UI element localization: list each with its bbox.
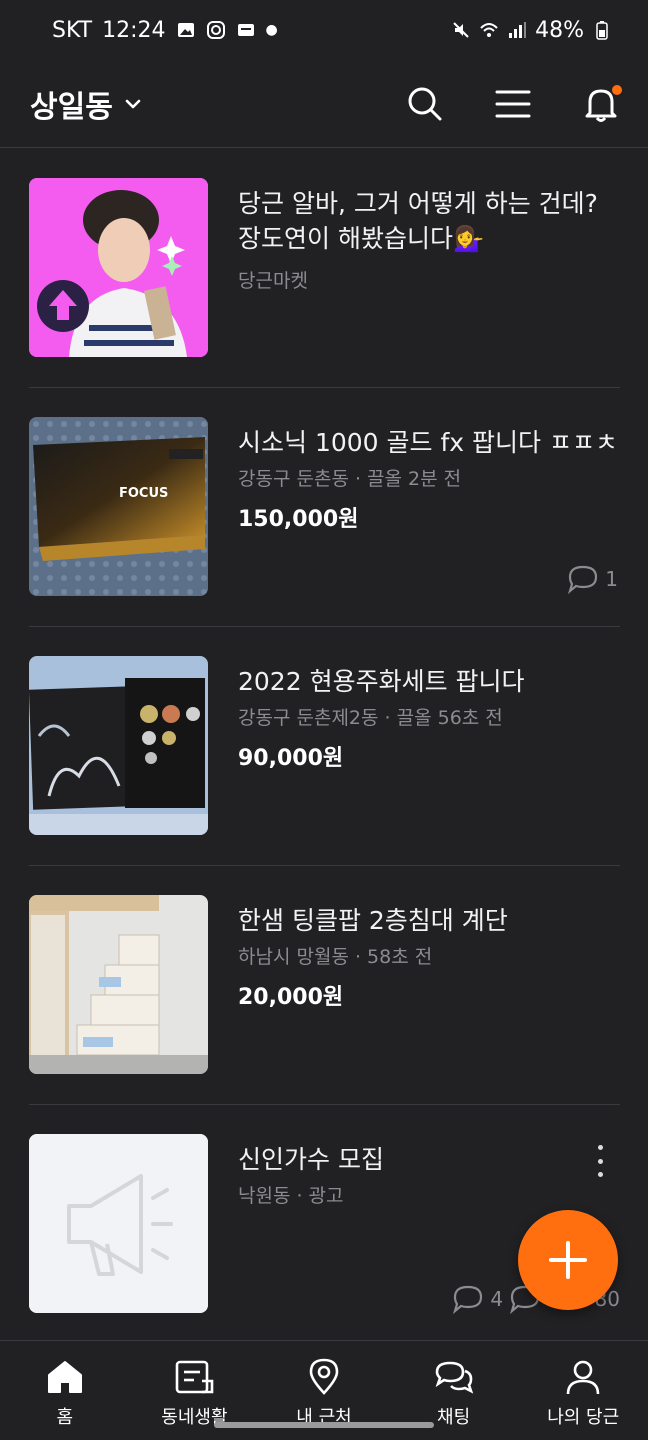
mute-icon <box>453 22 469 38</box>
item-meta: 강동구 둔촌제2동 · 끌올 56초 전 <box>238 707 503 729</box>
list-item[interactable]: FOCUS 시소닉 1000 골드 fx 팝니다 ㅍㅍㅊ 강동구 둔촌동 · 끌… <box>29 388 620 627</box>
app-header: 상일동 <box>0 60 648 148</box>
location-selector[interactable]: 상일동 <box>30 82 143 126</box>
item-thumbnail <box>29 656 208 835</box>
plus-icon <box>549 1241 587 1279</box>
more-icon <box>597 1145 603 1150</box>
instagram-icon <box>206 21 225 39</box>
list-item[interactable]: 2022 현용주화세트 팝니다 강동구 둔촌제2동 · 끌올 56초 전 90,… <box>29 627 620 866</box>
item-price: 20,000원 <box>238 985 344 1010</box>
search-icon <box>408 87 442 120</box>
item-price: 150,000원 <box>238 507 359 532</box>
item-title: 신인가수 모집 <box>238 1145 384 1174</box>
comment-icon <box>453 1285 483 1314</box>
comment-count-value: 4 <box>490 1287 504 1311</box>
comment-count: 1 <box>567 564 618 594</box>
item-title: 한샘 팅클팝 2층침대 계단 <box>238 906 508 935</box>
nav-label: 채팅 <box>437 1407 471 1428</box>
notification-badge <box>612 84 622 95</box>
status-bar: SKT 12:24 ● 48% <box>0 0 648 60</box>
clock: 12:24 <box>102 17 166 43</box>
item-price: 90,000원 <box>238 746 344 771</box>
notification-button[interactable] <box>582 84 622 123</box>
megaphone-icon <box>29 1134 208 1313</box>
item-meta: 강동구 둔촌동 · 끌올 2분 전 <box>238 468 462 490</box>
item-meta: 당근마켓 <box>238 270 308 292</box>
location-label: 상일동 <box>30 89 113 125</box>
gesture-bar[interactable] <box>214 1422 434 1428</box>
battery-icon <box>596 21 608 40</box>
write-post-button[interactable] <box>518 1210 618 1310</box>
nav-profile[interactable]: 나의 당근 <box>518 1341 648 1440</box>
battery-level: 48% <box>535 17 584 43</box>
product-image: FOCUS <box>29 417 208 596</box>
signal-icon <box>509 22 527 38</box>
product-label: FOCUS <box>119 486 168 501</box>
item-meta: 낙원동 · 광고 <box>238 1185 344 1207</box>
search-button[interactable] <box>406 85 444 123</box>
nav-label: 홈 <box>56 1407 74 1428</box>
item-thumbnail <box>29 1134 208 1313</box>
item-thumbnail: FOCUS <box>29 417 208 596</box>
menu-icon <box>495 90 531 117</box>
comment-count-value: 1 <box>605 567 618 591</box>
item-thumbnail <box>29 178 208 357</box>
item-thumbnail <box>29 895 208 1074</box>
wifi-icon <box>480 23 498 37</box>
profile-icon <box>566 1360 600 1395</box>
chat-icon <box>435 1361 473 1394</box>
list-item[interactable]: 한샘 팅클팝 2층침대 계단 하남시 망월동 · 58초 전 20,000원 <box>29 866 620 1105</box>
message-icon <box>237 24 254 36</box>
neighborhood-icon <box>176 1360 214 1394</box>
list-item[interactable]: 당근 알바, 그거 어떻게 하는 건데? 장도연이 해봤습니다💁‍♀️ 당근마켓 <box>29 149 620 388</box>
carrier: SKT <box>52 17 93 43</box>
product-image <box>29 895 208 1074</box>
item-title: 당근 알바, 그거 어떻게 하는 건데? 장도연이 해봤습니다💁‍♀️ <box>238 189 598 253</box>
menu-button[interactable] <box>494 85 532 123</box>
item-meta: 하남시 망월동 · 58초 전 <box>238 946 433 968</box>
item-title: 2022 현용주화세트 팝니다 <box>238 667 525 696</box>
nav-label: 나의 당근 <box>547 1407 620 1428</box>
dot-icon: ● <box>265 22 278 38</box>
gallery-icon <box>177 23 194 37</box>
more-options-button[interactable] <box>590 1141 610 1181</box>
nav-home[interactable]: 홈 <box>0 1341 130 1440</box>
chevron-down-icon <box>125 99 141 108</box>
feed-list: 당근 알바, 그거 어떻게 하는 건데? 장도연이 해봤습니다💁‍♀️ 당근마켓 <box>0 149 648 1344</box>
location-pin-icon <box>309 1358 339 1395</box>
product-image <box>29 656 208 835</box>
promo-image <box>29 178 208 357</box>
comment-icon <box>568 565 598 594</box>
home-icon <box>47 1361 82 1393</box>
item-title: 시소닉 1000 골드 fx 팝니다 ㅍㅍㅊ <box>238 428 618 457</box>
